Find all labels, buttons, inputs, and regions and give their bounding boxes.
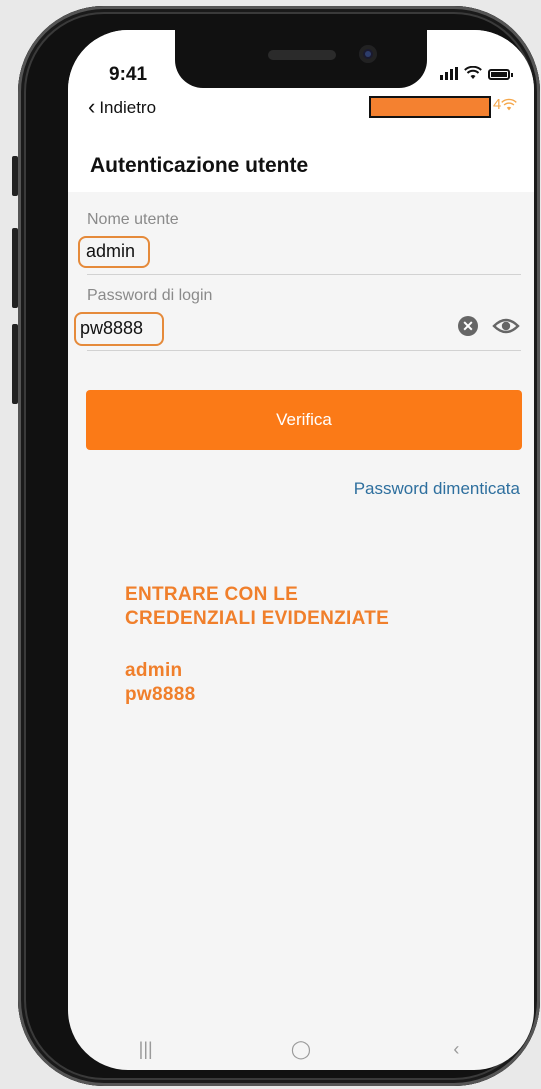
username-underline (87, 274, 521, 275)
wifi-orange-icon (501, 98, 518, 110)
page-title: Autenticazione utente (90, 154, 309, 177)
speaker (268, 50, 336, 60)
network-suffix: 4 (493, 96, 502, 113)
forgot-password-link[interactable]: Password dimenticata (354, 479, 520, 499)
eye-icon[interactable] (492, 316, 520, 336)
password-label: Password di login (87, 287, 213, 304)
instruction-line-2: CREDENZIALI EVIDENZIATE (125, 608, 390, 629)
clear-icon[interactable]: ✕ (458, 316, 478, 336)
volume-up-button (12, 156, 18, 196)
password-underline (87, 350, 521, 351)
instruction-line-1: ENTRARE CON LE (125, 584, 299, 605)
nav-back-icon[interactable]: ‹ (426, 1039, 486, 1060)
battery-icon (488, 69, 513, 80)
password-field[interactable]: pw8888 (80, 318, 143, 339)
silent-switch (12, 324, 18, 404)
phone-frame: 9:41 ‹ Indietro 4 Autenticazione utente … (12, 6, 540, 1086)
username-label: Nome utente (87, 211, 179, 228)
back-label: Indietro (99, 98, 157, 117)
recents-icon[interactable]: ||| (116, 1039, 176, 1060)
home-icon[interactable]: ◯ (271, 1039, 331, 1060)
back-button[interactable]: ‹ Indietro (88, 94, 157, 119)
android-nav-bar: ||| ◯ ‹ (68, 1028, 534, 1070)
screen: 9:41 ‹ Indietro 4 Autenticazione utente … (68, 30, 534, 1070)
instruction-username: admin (125, 660, 183, 681)
signal-icon (440, 67, 458, 80)
notch (175, 30, 427, 88)
camera (359, 45, 377, 63)
volume-down-button (12, 228, 18, 308)
chevron-left-icon: ‹ (88, 94, 96, 119)
wifi-icon (464, 66, 482, 79)
username-field[interactable]: admin (86, 241, 135, 262)
status-time: 9:41 (109, 64, 148, 85)
network-indicator: 4 (493, 96, 518, 113)
instruction-password: pw8888 (125, 684, 196, 705)
status-icons (440, 66, 513, 80)
redacted-block (369, 96, 491, 118)
verify-button[interactable]: Verifica (86, 390, 522, 450)
